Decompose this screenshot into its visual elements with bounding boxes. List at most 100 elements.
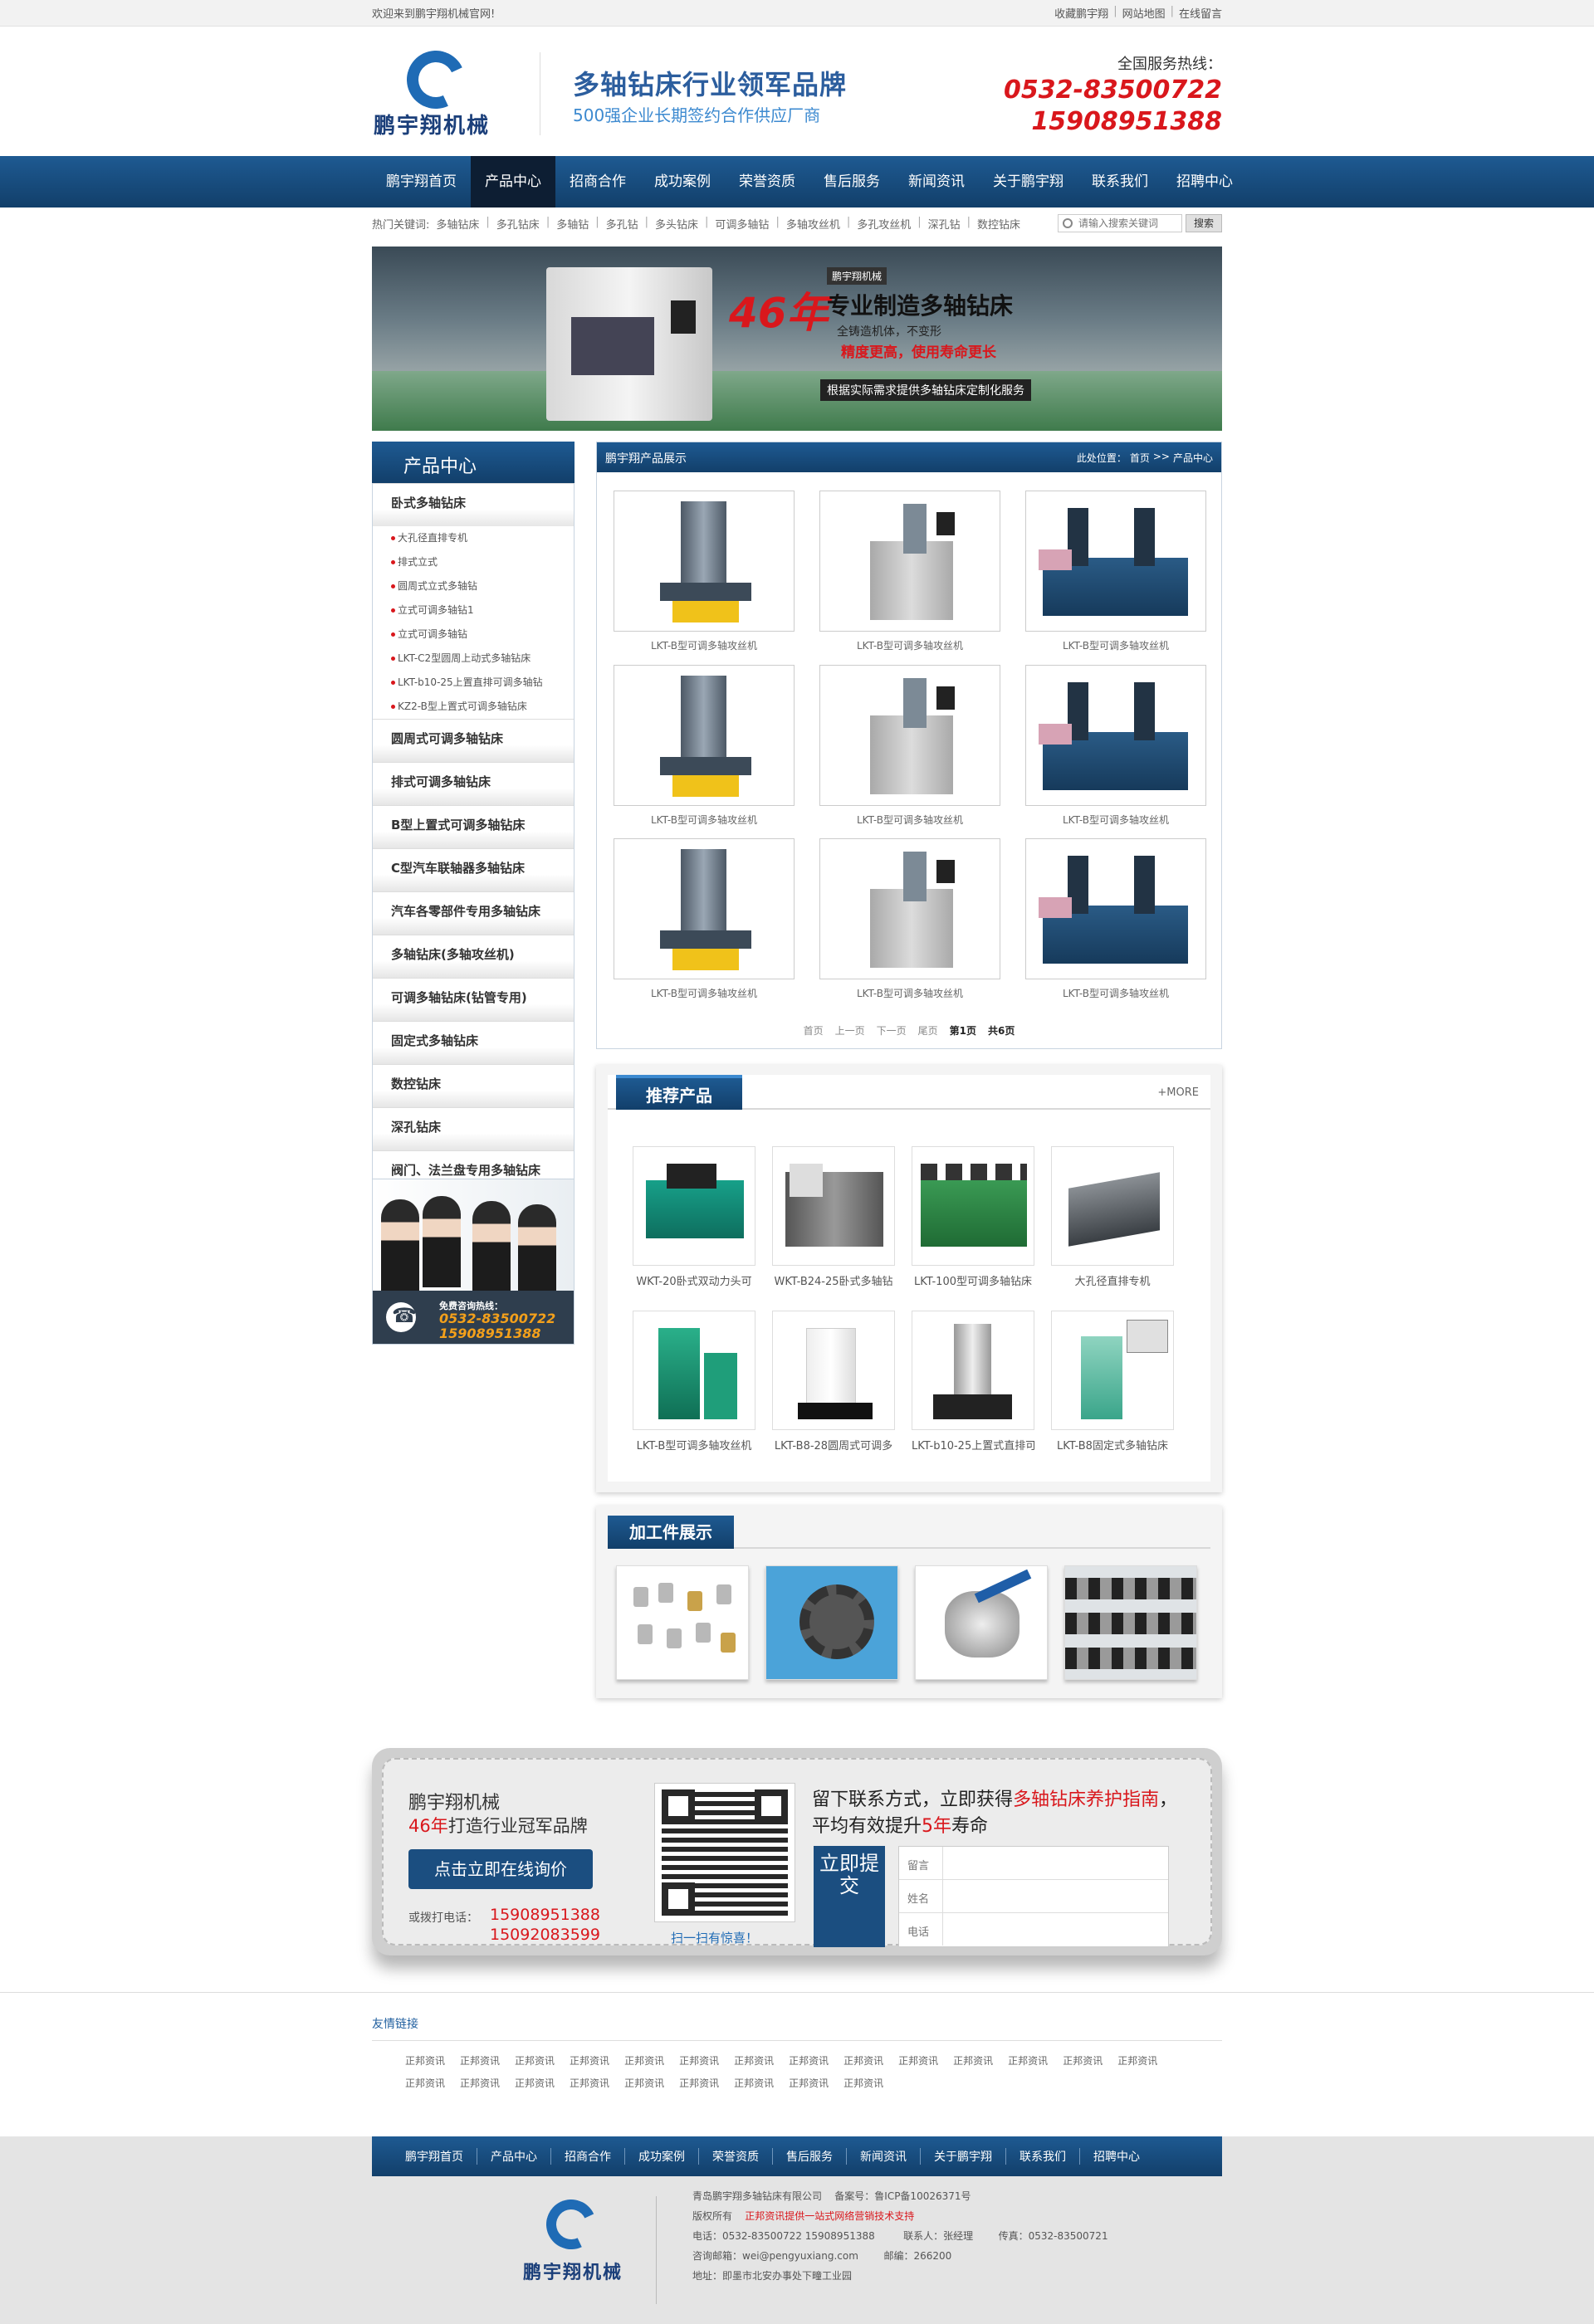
sidebar-subitem[interactable]: 圆周式立式多轴钻 — [373, 574, 574, 598]
breadcrumb-current[interactable]: 产品中心 — [1173, 451, 1213, 465]
friend-link[interactable]: 正邦资讯 — [460, 2053, 500, 2068]
friend-link[interactable]: 正邦资讯 — [405, 2053, 445, 2068]
friend-link[interactable]: 正邦资讯 — [953, 2053, 993, 2068]
friend-link[interactable]: 正邦资讯 — [734, 2053, 774, 2068]
friend-link[interactable]: 正邦资讯 — [570, 2053, 609, 2068]
friend-link[interactable]: 正邦资讯 — [679, 2053, 719, 2068]
sidebar-category[interactable]: 固定式多轴钻床 — [373, 1021, 574, 1064]
nav-news[interactable]: 新闻资讯 — [894, 156, 979, 208]
logo[interactable]: 鹏宇翔机械 — [374, 42, 515, 142]
product-card[interactable]: LKT-B型可调多轴攻丝机 — [819, 838, 1000, 1000]
pager-prev[interactable]: 上一页 — [835, 1023, 865, 1038]
keyword-link[interactable]: 多轴钻 — [556, 216, 589, 232]
friend-link[interactable]: 正邦资讯 — [1063, 2053, 1103, 2068]
nav-honors[interactable]: 荣誉资质 — [725, 156, 809, 208]
sidebar-subitem[interactable]: LKT-b10-25上置直排可调多轴钻 — [373, 671, 574, 695]
footer-nav-item[interactable]: 荣誉资质 — [699, 2148, 773, 2165]
pager-last[interactable]: 尾页 — [918, 1023, 938, 1038]
recommended-card[interactable]: LKT-B8固定式多轴钻床 — [1051, 1311, 1174, 1452]
sidebar-subitem[interactable]: LKT-C2型圆周上动式多轴钻床 — [373, 647, 574, 671]
sidebar-category[interactable]: 可调多轴钻床(钻管专用) — [373, 978, 574, 1021]
sidebar-category[interactable]: 卧式多轴钻床 — [373, 483, 574, 526]
phone-field[interactable] — [942, 1913, 1168, 1946]
friend-link[interactable]: 正邦资讯 — [1117, 2053, 1157, 2068]
keyword-link[interactable]: 多轴钻床 — [436, 216, 479, 232]
pager-next[interactable]: 下一页 — [877, 1023, 907, 1038]
footer-nav-item[interactable]: 招商合作 — [551, 2148, 625, 2165]
keyword-link[interactable]: 多孔钻 — [606, 216, 638, 232]
nav-products[interactable]: 产品中心 — [471, 156, 555, 208]
sidebar-category[interactable]: 排式可调多轴钻床 — [373, 762, 574, 805]
footer-nav-item[interactable]: 关于鹏宇翔 — [921, 2148, 1006, 2165]
friend-link[interactable]: 正邦资讯 — [570, 2076, 609, 2090]
footer-nav-item[interactable]: 成功案例 — [625, 2148, 699, 2165]
product-card[interactable]: LKT-B型可调多轴攻丝机 — [819, 665, 1000, 827]
sitemap-link[interactable]: 网站地图 — [1122, 5, 1166, 21]
footer-nav-item[interactable]: 联系我们 — [1006, 2148, 1080, 2165]
nav-home[interactable]: 鹏宇翔首页 — [372, 156, 471, 208]
friend-link[interactable]: 正邦资讯 — [515, 2053, 555, 2068]
footer-icp[interactable]: 备案号：鲁ICP备10026371号 — [834, 2190, 971, 2202]
friend-link[interactable]: 正邦资讯 — [898, 2053, 938, 2068]
sidebar-category[interactable]: 多轴钻床(多轴攻丝机) — [373, 935, 574, 978]
bookmark-link[interactable]: 收藏鹏宇翔 — [1054, 5, 1108, 21]
recommended-more-link[interactable]: +MORE — [1157, 1086, 1199, 1099]
search-button[interactable]: 搜索 — [1186, 214, 1222, 232]
sidebar-subitem[interactable]: KZ2-B型上置式可调多轴钻床 — [373, 695, 574, 719]
friend-link[interactable]: 正邦资讯 — [734, 2076, 774, 2090]
product-card[interactable]: LKT-B型可调多轴攻丝机 — [1025, 491, 1206, 652]
nav-jobs[interactable]: 招聘中心 — [1162, 156, 1247, 208]
sidebar-category[interactable]: 圆周式可调多轴钻床 — [373, 719, 574, 762]
nav-cases[interactable]: 成功案例 — [640, 156, 725, 208]
nav-investment[interactable]: 招商合作 — [555, 156, 640, 208]
recommended-card[interactable]: LKT-100型可调多轴钻床 — [912, 1146, 1034, 1288]
product-card[interactable]: LKT-B型可调多轴攻丝机 — [1025, 665, 1206, 827]
message-field[interactable] — [942, 1847, 1168, 1879]
submit-button[interactable]: 立即提交 — [814, 1846, 885, 1947]
part-image-fittings[interactable] — [616, 1565, 749, 1680]
keyword-link[interactable]: 多孔钻床 — [496, 216, 540, 232]
message-link[interactable]: 在线留言 — [1179, 5, 1222, 21]
part-image-gears[interactable] — [765, 1565, 898, 1680]
footer-nav-item[interactable]: 售后服务 — [773, 2148, 847, 2165]
friend-link[interactable]: 正邦资讯 — [789, 2076, 829, 2090]
sidebar-subitem[interactable]: 立式可调多轴钻 — [373, 622, 574, 647]
product-card[interactable]: LKT-B型可调多轴攻丝机 — [1025, 838, 1206, 1000]
footer-support[interactable]: 正邦资讯提供一站式网络营销技术支持 — [745, 2210, 914, 2222]
part-image-valve[interactable] — [915, 1565, 1048, 1680]
sidebar-category[interactable]: 汽车各零部件专用多轴钻床 — [373, 891, 574, 935]
friend-link[interactable]: 正邦资讯 — [460, 2076, 500, 2090]
pager-first[interactable]: 首页 — [804, 1023, 824, 1038]
sidebar-subitem[interactable]: 立式可调多轴钻1 — [373, 598, 574, 622]
sidebar-category[interactable]: 数控钻床 — [373, 1064, 574, 1107]
product-card[interactable]: LKT-B型可调多轴攻丝机 — [614, 838, 795, 1000]
keyword-link[interactable]: 多孔攻丝机 — [857, 216, 911, 232]
keyword-link[interactable]: 多轴攻丝机 — [786, 216, 840, 232]
keyword-link[interactable]: 可调多轴钻 — [715, 216, 769, 232]
friend-link[interactable]: 正邦资讯 — [843, 2053, 883, 2068]
friend-link[interactable]: 正邦资讯 — [624, 2053, 664, 2068]
product-card[interactable]: LKT-B型可调多轴攻丝机 — [614, 665, 795, 827]
hero-banner[interactable]: 鹏宇翔机械 46年 专业制造多轴钻床 全铸造机体，不变形 精度更高，使用寿命更长… — [372, 247, 1222, 431]
friend-link[interactable]: 正邦资讯 — [515, 2076, 555, 2090]
friend-link[interactable]: 正邦资讯 — [1008, 2053, 1048, 2068]
keyword-link[interactable]: 深孔钻 — [928, 216, 961, 232]
recommended-card[interactable]: WKT-B24-25卧式多轴钻 — [772, 1146, 895, 1288]
name-field[interactable] — [942, 1880, 1168, 1912]
nav-about[interactable]: 关于鹏宇翔 — [979, 156, 1078, 208]
friend-link[interactable]: 正邦资讯 — [624, 2076, 664, 2090]
recommended-card[interactable]: WKT-20卧式双动力头可 — [633, 1146, 755, 1288]
part-image-manifolds[interactable] — [1064, 1565, 1197, 1680]
recommended-card[interactable]: 大孔径直排专机 — [1051, 1146, 1174, 1288]
footer-nav-item[interactable]: 新闻资讯 — [847, 2148, 921, 2165]
footer-nav-item[interactable]: 鹏宇翔首页 — [392, 2148, 477, 2165]
footer-nav-item[interactable]: 产品中心 — [477, 2148, 551, 2165]
sidebar-subitem[interactable]: 大孔径直排专机 — [373, 526, 574, 550]
sidebar-category[interactable]: B型上置式可调多轴钻床 — [373, 805, 574, 848]
sidebar-subitem[interactable]: 排式立式 — [373, 550, 574, 574]
product-card[interactable]: LKT-B型可调多轴攻丝机 — [819, 491, 1000, 652]
breadcrumb-home[interactable]: 首页 — [1130, 451, 1150, 465]
search-input[interactable] — [1058, 214, 1182, 232]
friend-link[interactable]: 正邦资讯 — [789, 2053, 829, 2068]
recommended-card[interactable]: LKT-b10-25上置式直排可 — [912, 1311, 1034, 1452]
